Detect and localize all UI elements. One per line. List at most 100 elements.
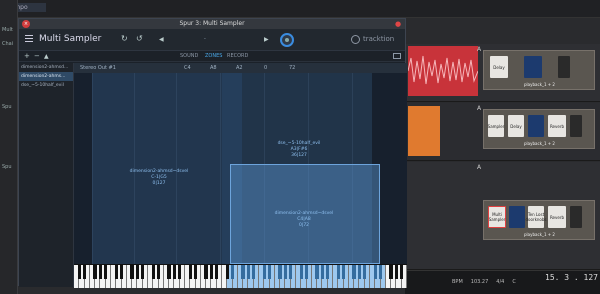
piano-black-key[interactable] [209, 265, 214, 279]
piano-keyboard[interactable] [74, 264, 407, 288]
piano-black-key[interactable] [289, 265, 293, 279]
prev-preset-icon[interactable]: ◀ [159, 36, 164, 43]
host-track[interactable]: A Sampler Delay Reverb playback_1 + 2 [405, 103, 600, 161]
bpm-value[interactable]: 103.27 [471, 279, 489, 285]
piano-black-key[interactable] [193, 265, 198, 279]
root-note-value[interactable]: C4 [184, 65, 191, 71]
piano-black-key[interactable] [262, 265, 266, 279]
sample-list: dimension2-ahmsd... dimension2-ahms... d… [19, 63, 74, 287]
piano-black-key[interactable] [225, 265, 229, 279]
piano-black-key[interactable] [315, 265, 319, 279]
plugin-ten-lost-doorknobs[interactable]: Ten Lost doorknobs [526, 206, 547, 228]
tab-sound[interactable]: SOUND [180, 53, 198, 59]
host-track[interactable]: A Delay playback_1 + 2 [405, 44, 600, 102]
piano-black-key[interactable] [114, 265, 118, 279]
tab-record[interactable]: RECORD [227, 53, 248, 59]
velocity-high-value[interactable]: 72 [289, 65, 295, 71]
next-preset-icon[interactable]: ▶ [264, 36, 269, 43]
plugin-multi-sampler[interactable]: Multi Sampler [488, 206, 506, 228]
plugin-sampler[interactable]: Sampler [488, 115, 504, 137]
piano-black-key[interactable] [336, 265, 340, 279]
host-track-label[interactable]: Chai [2, 41, 13, 47]
output-selector[interactable]: Stereo Out #1 [80, 65, 116, 71]
piano-black-key[interactable] [357, 265, 362, 279]
piano-black-key[interactable] [151, 265, 155, 279]
piano-black-key[interactable] [352, 265, 356, 279]
plugin-delay[interactable]: Delay [508, 115, 524, 137]
piano-black-key[interactable] [304, 265, 309, 279]
piano-black-key[interactable] [373, 265, 377, 279]
plugin-device[interactable] [509, 206, 525, 228]
undo-icon[interactable]: ↻ [121, 34, 128, 43]
piano-black-key[interactable] [326, 265, 330, 279]
plugin-device[interactable] [528, 115, 544, 137]
piano-black-key[interactable] [363, 265, 367, 279]
piano-black-key[interactable] [246, 265, 251, 279]
low-note-value[interactable]: A8 [210, 65, 217, 71]
piano-black-key[interactable] [172, 265, 177, 279]
plugin-device[interactable] [524, 56, 542, 78]
piano-black-key[interactable] [188, 265, 192, 279]
piano-black-key[interactable] [283, 265, 288, 279]
piano-black-key[interactable] [93, 265, 97, 279]
piano-black-key[interactable] [267, 265, 272, 279]
high-note-value[interactable]: A2 [236, 65, 243, 71]
piano-black-key[interactable] [119, 265, 124, 279]
piano-black-key[interactable] [389, 265, 393, 279]
host-track[interactable]: A Multi Sampler Ten Lost doorknobs Rever… [405, 162, 600, 270]
redo-icon[interactable]: ↺ [136, 34, 143, 43]
plugin-reverb[interactable]: Reverb [548, 206, 566, 228]
sample-list-item[interactable]: dse_~5-10half_evil [19, 81, 73, 90]
pin-icon[interactable]: ● [395, 20, 401, 28]
menu-icon[interactable] [25, 35, 33, 42]
key-signature[interactable]: C [512, 279, 516, 285]
piano-black-key[interactable] [215, 265, 219, 279]
remove-sample-button[interactable]: − [34, 52, 40, 60]
piano-black-key[interactable] [299, 265, 303, 279]
piano-black-key[interactable] [394, 265, 399, 279]
piano-black-key[interactable] [341, 265, 346, 279]
piano-black-key[interactable] [82, 265, 87, 279]
host-track-label[interactable]: Mult [2, 27, 13, 33]
host-track-label[interactable]: Spu [2, 104, 12, 110]
piano-black-key[interactable] [378, 265, 383, 279]
piano-black-key[interactable] [77, 265, 81, 279]
sample-tools-icon[interactable]: ▲ [44, 53, 49, 60]
piano-black-key[interactable] [400, 265, 404, 279]
plugin-delay[interactable]: Delay [490, 56, 508, 78]
plugin-device[interactable] [558, 56, 570, 78]
panel-toggle-icon[interactable] [393, 53, 401, 59]
piano-black-key[interactable] [320, 265, 325, 279]
piano-black-key[interactable] [130, 265, 134, 279]
piano-black-key[interactable] [204, 265, 208, 279]
sample-list-item[interactable]: dimension2-ahmsd... [19, 63, 73, 72]
piano-black-key[interactable] [104, 265, 108, 279]
piano-black-key[interactable] [141, 265, 145, 279]
audio-clip[interactable] [407, 46, 479, 96]
piano-black-key[interactable] [178, 265, 182, 279]
piano-black-key[interactable] [230, 265, 235, 279]
plugin-device[interactable] [570, 206, 582, 228]
piano-black-key[interactable] [135, 265, 140, 279]
track-letter: A [477, 105, 482, 112]
window-titlebar[interactable]: × Spur 3: Multi Sampler ● [19, 19, 405, 29]
piano-black-key[interactable] [167, 265, 171, 279]
time-signature[interactable]: 4/4 [496, 279, 504, 285]
piano-black-key[interactable] [98, 265, 103, 279]
sample-list-item[interactable]: dimension2-ahms... [19, 72, 73, 81]
velocity-low-value[interactable]: 0 [264, 65, 267, 71]
host-track-label[interactable]: Spu [2, 164, 12, 170]
add-sample-button[interactable]: + [24, 52, 30, 60]
piano-black-key[interactable] [156, 265, 161, 279]
midi-clip[interactable] [408, 106, 440, 156]
plugin-device[interactable] [570, 115, 582, 137]
zone-map[interactable]: dimension2-ahmsd~dsvel C-1|G5 0|127 dse_… [74, 73, 407, 264]
plugin-reverb[interactable]: Reverb [548, 115, 566, 137]
preset-selector[interactable]: - [204, 36, 206, 42]
tab-zones[interactable]: ZONES [205, 53, 222, 59]
piano-black-key[interactable] [278, 265, 282, 279]
master-level-knob[interactable] [280, 33, 294, 47]
piano-black-key[interactable] [252, 265, 256, 279]
bpm-label: BPM [452, 279, 463, 285]
piano-black-key[interactable] [241, 265, 245, 279]
